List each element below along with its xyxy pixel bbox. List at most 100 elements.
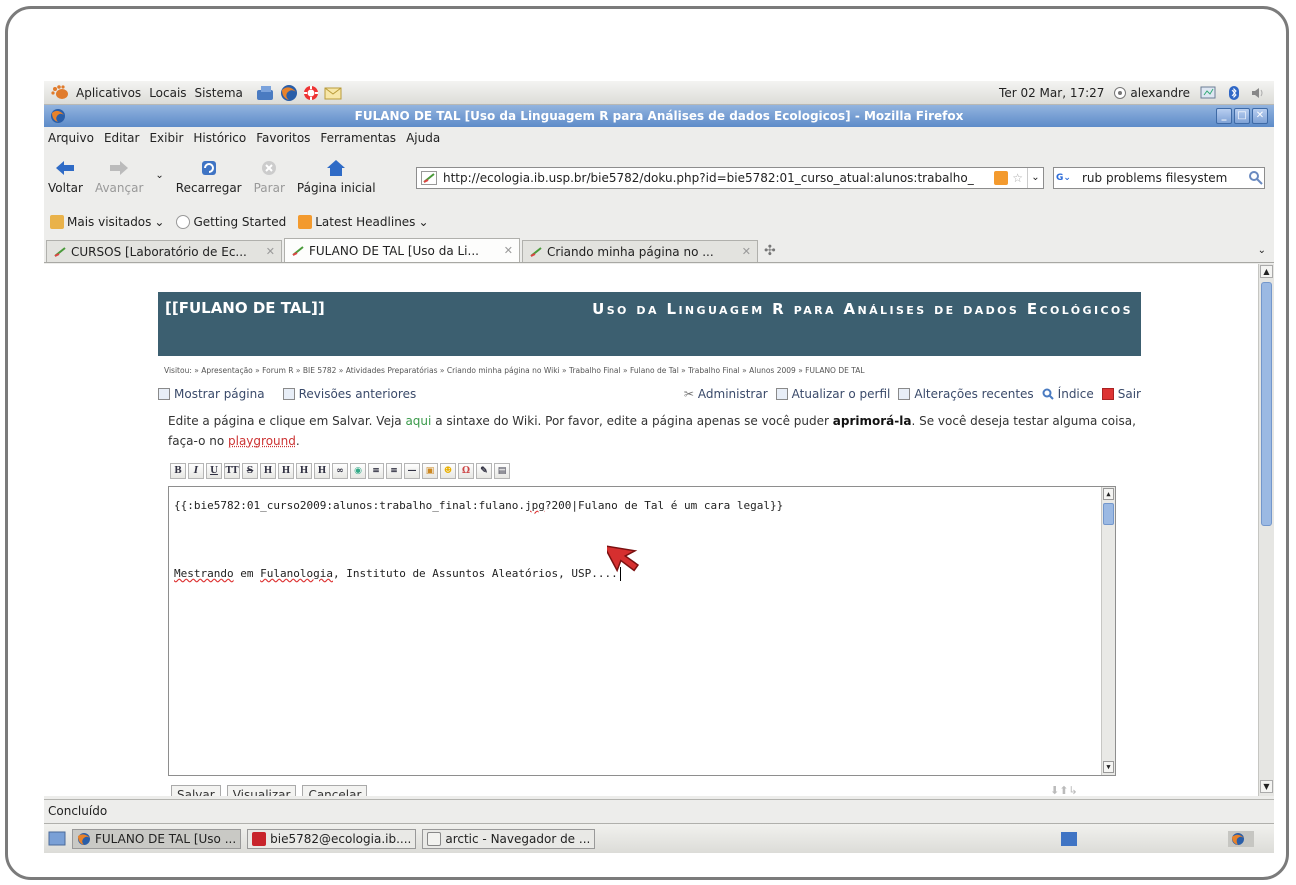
signature-button[interactable]: ✎ bbox=[476, 463, 492, 479]
menu-ferramentas[interactable]: Ferramentas bbox=[320, 131, 396, 145]
page-scroll-thumb[interactable] bbox=[1261, 282, 1272, 526]
back-button[interactable]: Voltar bbox=[48, 158, 83, 195]
taskbar-firefox[interactable]: FULANO DE TAL [Uso ... bbox=[72, 828, 242, 849]
scroll-up-icon[interactable]: ▲ bbox=[1260, 265, 1273, 278]
menu-favoritos[interactable]: Favoritos bbox=[256, 131, 310, 145]
recent-changes-button[interactable]: Alterações recentes bbox=[898, 387, 1034, 401]
editor-resize-icon[interactable]: ⬇⬆↳ bbox=[1050, 784, 1078, 796]
playground-link[interactable]: playground bbox=[228, 434, 296, 448]
scroll-down-icon[interactable]: ▼ bbox=[1103, 761, 1114, 773]
tab-cursos[interactable]: CURSOS [Laboratório de Ec... ✕ bbox=[46, 240, 282, 262]
minimize-button[interactable]: _ bbox=[1216, 108, 1232, 124]
bookmark-latest-headlines[interactable]: Latest Headlines ⌄ bbox=[298, 215, 429, 229]
window-title-bar[interactable]: FULANO DE TAL [Uso da Linguagem R para A… bbox=[44, 105, 1274, 127]
firefox-launcher-icon[interactable] bbox=[279, 84, 299, 102]
strikethrough-button[interactable]: S bbox=[242, 463, 258, 479]
admin-button[interactable]: ✂ Administrar bbox=[684, 387, 768, 401]
menu-historico[interactable]: Histórico bbox=[193, 131, 246, 145]
heading-select-button[interactable]: H bbox=[314, 463, 330, 479]
monospace-button[interactable]: TT bbox=[224, 463, 240, 479]
forward-button[interactable]: Avançar bbox=[95, 158, 143, 195]
internal-link-button[interactable]: ∞ bbox=[332, 463, 348, 479]
bookmark-star-icon[interactable]: ☆ bbox=[1012, 171, 1023, 185]
panel-user[interactable]: alexandre bbox=[1114, 86, 1190, 100]
cancel-button[interactable]: Cancelar bbox=[302, 785, 368, 796]
breadcrumb[interactable]: Visitou: » Apresentação » Forum R » BIE … bbox=[164, 366, 1144, 375]
media-button[interactable]: ▤ bbox=[494, 463, 510, 479]
panel-menu-locais[interactable]: Locais bbox=[149, 86, 186, 100]
volume-icon[interactable] bbox=[1250, 85, 1266, 101]
taskbar-file-browser[interactable]: arctic - Navegador de ... bbox=[422, 828, 596, 849]
save-button[interactable]: Salvar bbox=[171, 785, 221, 796]
heading-lower-button[interactable]: H bbox=[278, 463, 294, 479]
bluetooth-icon[interactable] bbox=[1228, 85, 1240, 101]
gnome-foot-icon[interactable] bbox=[50, 84, 70, 101]
url-bar[interactable]: http://ecologia.ib.usp.br/bie5782/doku.p… bbox=[416, 167, 1044, 189]
close-tab-icon[interactable]: ✕ bbox=[742, 245, 751, 258]
maximize-button[interactable]: □ bbox=[1234, 108, 1250, 124]
stop-button[interactable]: Parar bbox=[254, 158, 285, 195]
heading-higher-button[interactable]: H bbox=[296, 463, 312, 479]
bookmark-mais-visitados[interactable]: Mais visitados ⌄ bbox=[50, 215, 164, 229]
show-page-button[interactable]: Mostrar página bbox=[158, 387, 265, 401]
close-tab-icon[interactable]: ✕ bbox=[266, 245, 275, 258]
tab-criando[interactable]: Criando minha página no ... ✕ bbox=[522, 240, 758, 262]
home-button[interactable]: Página inicial bbox=[297, 158, 376, 195]
image-button[interactable]: ▣ bbox=[422, 463, 438, 479]
horizontal-rule-button[interactable]: — bbox=[404, 463, 420, 479]
page-scrollbar[interactable]: ▲ ▼ bbox=[1258, 264, 1274, 796]
menu-editar[interactable]: Editar bbox=[104, 131, 140, 145]
underline-button[interactable]: U bbox=[206, 463, 222, 479]
wiki-page-title[interactable]: [[FULANO DE TAL]] bbox=[165, 299, 325, 317]
navigation-toolbar: Voltar Avançar ⌄ Recarregar Parar Página… bbox=[44, 149, 1274, 201]
wiki-site-title[interactable]: Uso da Linguagem R para Análises de dado… bbox=[592, 300, 1133, 318]
logout-button[interactable]: Sair bbox=[1101, 387, 1141, 401]
panel-menu-sistema[interactable]: Sistema bbox=[195, 86, 243, 100]
smiley-button[interactable]: ☻ bbox=[440, 463, 456, 479]
panel-clock[interactable]: Ter 02 Mar, 17:27 bbox=[999, 86, 1104, 100]
scroll-up-icon[interactable]: ▲ bbox=[1103, 488, 1114, 500]
workspace-switcher-icon[interactable] bbox=[1060, 831, 1078, 847]
menu-exibir[interactable]: Exibir bbox=[149, 131, 183, 145]
italic-button[interactable]: I bbox=[188, 463, 204, 479]
history-dropdown-icon[interactable]: ⌄ bbox=[155, 170, 163, 181]
mail-envelope-icon[interactable] bbox=[323, 84, 343, 102]
search-engine-icon[interactable]: G⌄ bbox=[1056, 169, 1078, 187]
tab-list-dropdown-icon[interactable]: ⌄ bbox=[1258, 245, 1266, 256]
tab-fulano[interactable]: FULANO DE TAL [Uso da Li... ✕ bbox=[284, 238, 520, 262]
unordered-list-button[interactable]: ≡ bbox=[386, 463, 402, 479]
special-chars-button[interactable]: Ω bbox=[458, 463, 474, 479]
reload-button[interactable]: Recarregar bbox=[176, 158, 242, 195]
heading-button[interactable]: H bbox=[260, 463, 276, 479]
show-desktop-icon[interactable] bbox=[48, 830, 66, 848]
external-link-button[interactable]: ◉ bbox=[350, 463, 366, 479]
update-profile-button[interactable]: Atualizar o perfil bbox=[775, 387, 890, 401]
close-tab-icon[interactable]: ✕ bbox=[504, 244, 513, 257]
wiki-text-editor[interactable]: {{:bie5782:01_curso2009:alunos:trabalho_… bbox=[168, 486, 1116, 776]
network-icon[interactable] bbox=[255, 84, 277, 102]
scroll-down-icon[interactable]: ▼ bbox=[1260, 780, 1273, 793]
ordered-list-button[interactable]: ≡ bbox=[368, 463, 384, 479]
help-lifebuoy-icon[interactable] bbox=[301, 84, 321, 102]
editor-scroll-thumb[interactable] bbox=[1103, 503, 1114, 525]
network-monitor-icon[interactable] bbox=[1200, 85, 1218, 101]
menu-arquivo[interactable]: Arquivo bbox=[48, 131, 94, 145]
old-revisions-button[interactable]: Revisões anteriores bbox=[282, 387, 416, 401]
panel-menu-aplicativos[interactable]: Aplicativos bbox=[76, 86, 141, 100]
menu-ajuda[interactable]: Ajuda bbox=[406, 131, 440, 145]
editor-scrollbar[interactable]: ▲ ▼ bbox=[1101, 487, 1115, 775]
url-dropdown-icon[interactable]: ⌄ bbox=[1027, 168, 1043, 188]
taskbar-filezilla[interactable]: bie5782@ecologia.ib.... bbox=[247, 828, 417, 849]
close-window-button[interactable]: ✕ bbox=[1252, 108, 1268, 124]
search-icon[interactable] bbox=[1248, 170, 1264, 186]
firefox-window-icon[interactable] bbox=[50, 108, 66, 124]
syntax-link[interactable]: aqui bbox=[405, 414, 431, 428]
bold-button[interactable]: B bbox=[170, 463, 186, 479]
index-button[interactable]: Índice bbox=[1042, 387, 1094, 401]
rss-feed-icon[interactable] bbox=[994, 171, 1009, 185]
firefox-tray-icon[interactable] bbox=[1228, 830, 1254, 848]
bookmark-getting-started[interactable]: Getting Started bbox=[176, 215, 286, 229]
new-tab-icon[interactable]: ✣ bbox=[764, 243, 776, 259]
search-bar[interactable]: G⌄ rub problems filesystem bbox=[1053, 167, 1265, 189]
preview-button[interactable]: Visualizar bbox=[226, 785, 297, 796]
